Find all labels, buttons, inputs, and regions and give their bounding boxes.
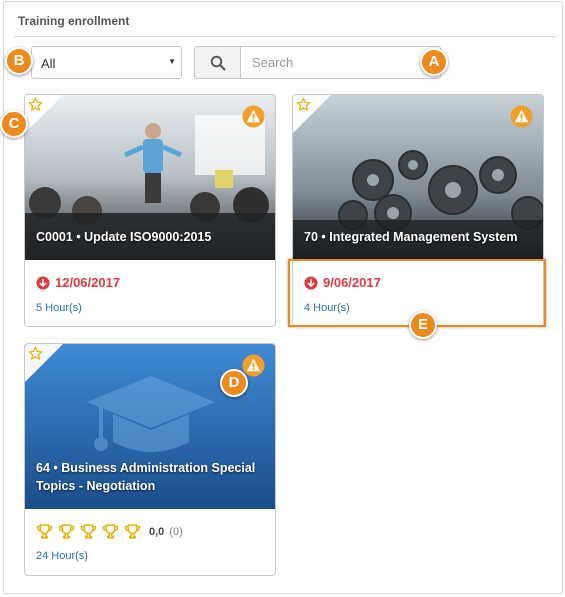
filter-select[interactable]: All ▼ (31, 46, 182, 79)
panel-divider (14, 36, 556, 37)
search-input[interactable] (240, 46, 441, 79)
favorite-star-icon[interactable] (296, 97, 311, 112)
card-title: C0001 • Update ISO9000:2015 (36, 230, 212, 244)
due-date-line: 12/06/2017 (36, 275, 120, 290)
rating-count: (0) (169, 525, 183, 538)
rating-value: 0,0 (149, 525, 165, 538)
card-image: 70 • Integrated Management System (293, 95, 543, 260)
callout-d: D (220, 369, 248, 397)
rating-line: 0,0 (0) (36, 523, 183, 540)
card-title: 64 • Business Administration Special Top… (36, 461, 256, 493)
card-image: C0001 • Update ISO9000:2015 (25, 95, 275, 260)
warning-icon (242, 105, 265, 128)
trophy-icon[interactable] (58, 523, 75, 540)
hours-link[interactable]: 5 Hour(s) (36, 302, 82, 314)
trophy-icon[interactable] (102, 523, 119, 540)
callout-e: E (409, 311, 437, 339)
favorite-star-icon[interactable] (28, 97, 43, 112)
warning-icon (242, 354, 265, 377)
callout-a: A (420, 48, 448, 76)
hours-link[interactable]: 24 Hour(s) (36, 550, 88, 562)
callout-b: B (5, 47, 33, 75)
card-title: 70 • Integrated Management System (304, 230, 518, 244)
warning-icon (510, 105, 533, 128)
training-card[interactable]: C0001 • Update ISO9000:2015 12/06/2017 5… (24, 94, 276, 327)
search-icon (210, 55, 226, 71)
trophy-icon[interactable] (36, 523, 53, 540)
panel-title: Training enrollment (18, 14, 130, 28)
trophy-icon[interactable] (80, 523, 97, 540)
search-button[interactable] (194, 46, 241, 79)
arrow-down-circle-icon (36, 275, 50, 290)
filter-selected-value: All (41, 56, 56, 71)
due-date: 12/06/2017 (55, 275, 121, 290)
chevron-down-icon: ▼ (168, 57, 176, 66)
trophy-icon[interactable] (124, 523, 141, 540)
favorite-star-icon[interactable] (28, 346, 43, 361)
callout-c: C (0, 110, 28, 138)
